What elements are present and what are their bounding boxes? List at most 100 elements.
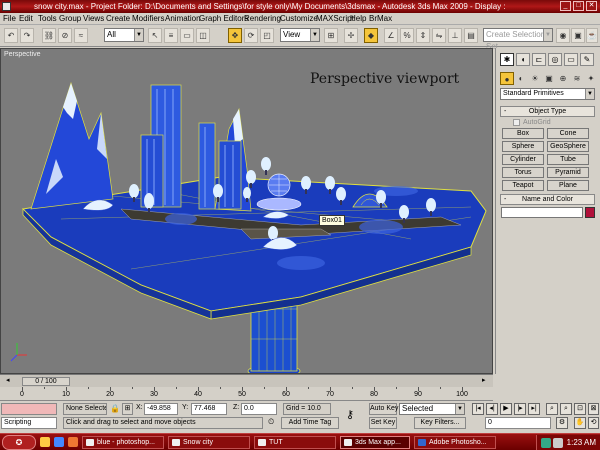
- helpers-icon[interactable]: ⊕: [556, 72, 570, 85]
- key-mode-dropdown[interactable]: Selected ▼: [399, 403, 465, 415]
- go-to-end-icon[interactable]: ▸|: [528, 403, 540, 415]
- folder-icon[interactable]: [40, 437, 50, 447]
- mountain[interactable]: [30, 81, 114, 210]
- set-key-button[interactable]: Set Key: [369, 417, 397, 429]
- previous-key-icon[interactable]: ◂|: [486, 403, 498, 415]
- layer-manager-icon[interactable]: ▤: [464, 28, 478, 43]
- named-selection-set[interactable]: Create Selection Set ▼: [483, 28, 553, 51]
- mirror-icon[interactable]: ⇋: [432, 28, 446, 43]
- perspective-viewport[interactable]: Perspective Perspective viewport Box01: [0, 48, 493, 374]
- plane-button[interactable]: Plane: [547, 180, 589, 191]
- select-manipulate-icon[interactable]: ✢: [344, 28, 358, 43]
- pivot-icon[interactable]: ⊞: [324, 28, 338, 43]
- utilities-tab[interactable]: ✎: [580, 53, 594, 66]
- taskbar-item[interactable]: Snow city: [168, 436, 250, 449]
- start-button[interactable]: ✪: [2, 435, 36, 450]
- hierarchy-tab[interactable]: ⊏: [532, 53, 546, 66]
- menu-edit[interactable]: Edit: [19, 14, 33, 24]
- menu-create[interactable]: Create: [106, 14, 130, 24]
- select-and-move-icon[interactable]: ✥: [228, 28, 242, 43]
- window-crossing-icon[interactable]: ◫: [196, 28, 210, 43]
- rectangular-selection-icon[interactable]: ▭: [180, 28, 194, 43]
- scripting-field[interactable]: Scripting: [1, 417, 57, 429]
- display-tab[interactable]: ▭: [564, 53, 578, 66]
- select-and-rotate-icon[interactable]: ⟳: [244, 28, 258, 43]
- object-type-rollout[interactable]: - Object Type: [500, 106, 595, 117]
- go-to-start-icon[interactable]: |◂: [472, 403, 484, 415]
- network-icon[interactable]: [541, 438, 551, 448]
- geometry-icon[interactable]: ●: [500, 72, 514, 85]
- menu-rendering[interactable]: Rendering: [244, 14, 281, 24]
- track-bar[interactable]: 0 10 20 30 40 50 60 70 80 90 100: [0, 387, 493, 401]
- align-icon[interactable]: ⊥: [448, 28, 462, 43]
- box-button[interactable]: Box: [502, 128, 544, 139]
- redo-icon[interactable]: ↷: [20, 28, 34, 43]
- angle-snap-icon[interactable]: ∠: [384, 28, 398, 43]
- orbit-icon[interactable]: ⟲: [588, 417, 599, 429]
- selection-filter-dropdown[interactable]: All ▼: [104, 28, 144, 42]
- y-coordinate-field[interactable]: 77.468: [191, 403, 227, 415]
- play-icon[interactable]: ▶: [500, 403, 512, 415]
- torus-button[interactable]: Torus: [502, 167, 544, 178]
- spinner-snap-icon[interactable]: ⇕: [416, 28, 430, 43]
- systems-icon[interactable]: ✦: [584, 72, 598, 85]
- menu-modifiers[interactable]: Modifiers: [132, 14, 164, 24]
- modify-tab[interactable]: ◖: [516, 53, 530, 66]
- next-key-icon[interactable]: |▸: [514, 403, 526, 415]
- material-editor-icon[interactable]: ◉: [556, 28, 570, 43]
- minimize-button[interactable]: _: [560, 1, 571, 11]
- render-setup-icon[interactable]: ▣: [571, 28, 585, 43]
- geosphere-button[interactable]: GeoSphere: [547, 141, 589, 152]
- menu-customize[interactable]: Customize: [280, 14, 318, 24]
- absolute-mode-icon[interactable]: ⊞: [122, 403, 133, 415]
- firefox-icon[interactable]: [68, 437, 78, 447]
- render-icon[interactable]: ☕: [586, 28, 598, 43]
- tree[interactable]: [261, 157, 271, 175]
- menu-views[interactable]: Views: [83, 14, 104, 24]
- primitive-category-dropdown[interactable]: Standard Primitives ▼: [500, 88, 595, 100]
- autogrid-checkbox[interactable]: AutoGrid: [513, 118, 551, 127]
- unlink-icon[interactable]: ⊘: [58, 28, 72, 43]
- cone-button[interactable]: Cone: [547, 128, 589, 139]
- browser-icon[interactable]: [54, 437, 64, 447]
- previous-frame-icon[interactable]: ◂: [6, 376, 10, 384]
- building[interactable]: [140, 84, 182, 208]
- menu-graph-editors[interactable]: Graph Editors: [199, 14, 248, 24]
- taskbar-item[interactable]: TUT: [254, 436, 336, 449]
- create-tab[interactable]: ✱: [500, 53, 514, 66]
- select-object-icon[interactable]: ↖: [148, 28, 162, 43]
- current-frame-field[interactable]: 0: [485, 417, 551, 429]
- time-config-icon[interactable]: ⚙: [556, 417, 568, 429]
- pan-icon[interactable]: ✋: [574, 417, 586, 429]
- percent-snap-icon[interactable]: %: [400, 28, 414, 43]
- lights-icon[interactable]: ☀: [528, 72, 542, 85]
- menu-maxscript[interactable]: MAXScript: [316, 14, 354, 24]
- auto-key-button[interactable]: Auto Key: [369, 403, 398, 415]
- motion-tab[interactable]: ◎: [548, 53, 562, 66]
- reference-coord-dropdown[interactable]: View ▼: [280, 28, 320, 42]
- tube-button[interactable]: Tube: [547, 154, 589, 165]
- menu-file[interactable]: File: [3, 14, 16, 24]
- snap-toggle-icon[interactable]: ◆: [364, 28, 378, 43]
- next-frame-icon[interactable]: ▸: [482, 376, 486, 384]
- zoom-extents-all-icon[interactable]: ⊠: [588, 403, 599, 415]
- cameras-icon[interactable]: ▣: [542, 72, 556, 85]
- object-color-swatch[interactable]: [585, 207, 595, 218]
- taskbar-item[interactable]: Adobe Photosho...: [414, 436, 496, 449]
- select-by-name-icon[interactable]: ≡: [164, 28, 178, 43]
- object-name-field[interactable]: [501, 207, 583, 218]
- menu-brmax[interactable]: BrMax: [369, 14, 392, 24]
- lock-selection-icon[interactable]: 🔒: [110, 404, 120, 413]
- volume-icon[interactable]: [553, 438, 563, 448]
- select-link-icon[interactable]: ⛓: [42, 28, 56, 43]
- maximize-button[interactable]: □: [573, 1, 584, 11]
- x-coordinate-field[interactable]: -49.858: [144, 403, 178, 415]
- menu-animation[interactable]: Animation: [165, 14, 201, 24]
- cylinder-button[interactable]: Cylinder: [502, 154, 544, 165]
- key-filters-button[interactable]: Key Filters...: [414, 417, 466, 429]
- spacewarps-icon[interactable]: ≋: [570, 72, 584, 85]
- taskbar-item[interactable]: blue - photoshop...: [82, 436, 164, 449]
- menu-help[interactable]: Help: [350, 14, 366, 24]
- undo-icon[interactable]: ↶: [4, 28, 18, 43]
- z-coordinate-field[interactable]: 0.0: [241, 403, 277, 415]
